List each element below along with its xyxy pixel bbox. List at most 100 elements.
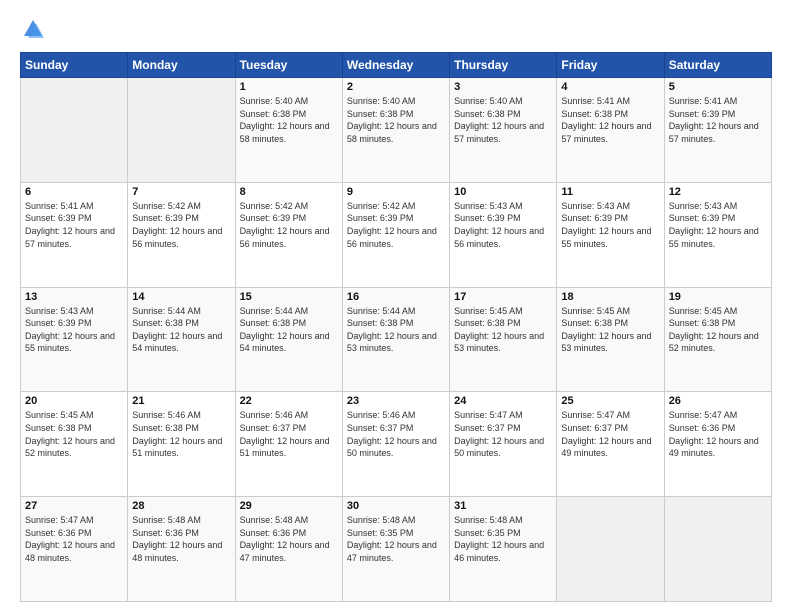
calendar-cell: 10 Sunrise: 5:43 AMSunset: 6:39 PMDayligh… <box>450 182 557 287</box>
cell-content: Sunrise: 5:44 AMSunset: 6:38 PMDaylight:… <box>240 305 338 355</box>
cell-content: Sunrise: 5:43 AMSunset: 6:39 PMDaylight:… <box>669 200 767 250</box>
calendar-cell <box>128 78 235 183</box>
cell-content: Sunrise: 5:45 AMSunset: 6:38 PMDaylight:… <box>25 409 123 459</box>
day-header-sunday: Sunday <box>21 53 128 78</box>
cell-content: Sunrise: 5:43 AMSunset: 6:39 PMDaylight:… <box>561 200 659 250</box>
day-number: 21 <box>132 395 230 407</box>
calendar-cell: 19 Sunrise: 5:45 AMSunset: 6:38 PMDayligh… <box>664 287 771 392</box>
day-header-thursday: Thursday <box>450 53 557 78</box>
cell-content: Sunrise: 5:48 AMSunset: 6:35 PMDaylight:… <box>454 514 552 564</box>
cell-content: Sunrise: 5:47 AMSunset: 6:36 PMDaylight:… <box>669 409 767 459</box>
day-number: 6 <box>25 186 123 198</box>
cell-content: Sunrise: 5:47 AMSunset: 6:37 PMDaylight:… <box>454 409 552 459</box>
day-header-monday: Monday <box>128 53 235 78</box>
day-number: 1 <box>240 81 338 93</box>
calendar-cell: 28 Sunrise: 5:48 AMSunset: 6:36 PMDayligh… <box>128 497 235 602</box>
cell-content: Sunrise: 5:48 AMSunset: 6:35 PMDaylight:… <box>347 514 445 564</box>
day-number: 4 <box>561 81 659 93</box>
calendar-week-row: 1 Sunrise: 5:40 AMSunset: 6:38 PMDaylight… <box>21 78 772 183</box>
calendar-cell: 30 Sunrise: 5:48 AMSunset: 6:35 PMDayligh… <box>342 497 449 602</box>
day-number: 24 <box>454 395 552 407</box>
cell-content: Sunrise: 5:41 AMSunset: 6:39 PMDaylight:… <box>669 95 767 145</box>
day-number: 25 <box>561 395 659 407</box>
calendar-week-row: 27Sunrise: 5:47 AMSunset: 6:36 PMDayligh… <box>21 497 772 602</box>
day-number: 14 <box>132 291 230 303</box>
cell-content: Sunrise: 5:46 AMSunset: 6:37 PMDaylight:… <box>347 409 445 459</box>
cell-content: Sunrise: 5:40 AMSunset: 6:38 PMDaylight:… <box>240 95 338 145</box>
calendar-week-row: 6 Sunrise: 5:41 AMSunset: 6:39 PMDaylight… <box>21 182 772 287</box>
cell-content: Sunrise: 5:40 AMSunset: 6:38 PMDaylight:… <box>454 95 552 145</box>
calendar-cell: 27Sunrise: 5:47 AMSunset: 6:36 PMDayligh… <box>21 497 128 602</box>
day-number: 18 <box>561 291 659 303</box>
cell-content: Sunrise: 5:41 AMSunset: 6:39 PMDaylight:… <box>25 200 123 250</box>
calendar-cell: 16 Sunrise: 5:44 AMSunset: 6:38 PMDayligh… <box>342 287 449 392</box>
calendar-cell: 25 Sunrise: 5:47 AMSunset: 6:37 PMDayligh… <box>557 392 664 497</box>
day-header-wednesday: Wednesday <box>342 53 449 78</box>
cell-content: Sunrise: 5:42 AMSunset: 6:39 PMDaylight:… <box>240 200 338 250</box>
cell-content: Sunrise: 5:45 AMSunset: 6:38 PMDaylight:… <box>669 305 767 355</box>
cell-content: Sunrise: 5:44 AMSunset: 6:38 PMDaylight:… <box>347 305 445 355</box>
cell-content: Sunrise: 5:40 AMSunset: 6:38 PMDaylight:… <box>347 95 445 145</box>
day-header-friday: Friday <box>557 53 664 78</box>
calendar-cell: 4Sunrise: 5:41 AMSunset: 6:38 PMDaylight… <box>557 78 664 183</box>
cell-content: Sunrise: 5:47 AMSunset: 6:37 PMDaylight:… <box>561 409 659 459</box>
day-number: 8 <box>240 186 338 198</box>
cell-content: Sunrise: 5:46 AMSunset: 6:38 PMDaylight:… <box>132 409 230 459</box>
cell-content: Sunrise: 5:42 AMSunset: 6:39 PMDaylight:… <box>132 200 230 250</box>
cell-content: Sunrise: 5:48 AMSunset: 6:36 PMDaylight:… <box>240 514 338 564</box>
calendar-cell <box>557 497 664 602</box>
cell-content: Sunrise: 5:45 AMSunset: 6:38 PMDaylight:… <box>454 305 552 355</box>
calendar-cell: 26 Sunrise: 5:47 AMSunset: 6:36 PMDayligh… <box>664 392 771 497</box>
day-number: 15 <box>240 291 338 303</box>
calendar-cell: 24 Sunrise: 5:47 AMSunset: 6:37 PMDayligh… <box>450 392 557 497</box>
calendar-table: SundayMondayTuesdayWednesdayThursdayFrid… <box>20 52 772 602</box>
day-number: 12 <box>669 186 767 198</box>
calendar-cell: 1 Sunrise: 5:40 AMSunset: 6:38 PMDaylight… <box>235 78 342 183</box>
calendar-cell <box>21 78 128 183</box>
page: SundayMondayTuesdayWednesdayThursdayFrid… <box>0 0 792 612</box>
day-header-saturday: Saturday <box>664 53 771 78</box>
cell-content: Sunrise: 5:46 AMSunset: 6:37 PMDaylight:… <box>240 409 338 459</box>
calendar-cell: 21 Sunrise: 5:46 AMSunset: 6:38 PMDayligh… <box>128 392 235 497</box>
calendar-cell: 14Sunrise: 5:44 AMSunset: 6:38 PMDayligh… <box>128 287 235 392</box>
day-number: 26 <box>669 395 767 407</box>
cell-content: Sunrise: 5:48 AMSunset: 6:36 PMDaylight:… <box>132 514 230 564</box>
calendar-cell: 29 Sunrise: 5:48 AMSunset: 6:36 PMDayligh… <box>235 497 342 602</box>
day-number: 16 <box>347 291 445 303</box>
day-number: 2 <box>347 81 445 93</box>
day-number: 27 <box>25 500 123 512</box>
day-number: 11 <box>561 186 659 198</box>
day-number: 13 <box>25 291 123 303</box>
day-number: 30 <box>347 500 445 512</box>
calendar-cell: 31 Sunrise: 5:48 AMSunset: 6:35 PMDayligh… <box>450 497 557 602</box>
day-header-tuesday: Tuesday <box>235 53 342 78</box>
header <box>20 18 772 40</box>
calendar-cell <box>664 497 771 602</box>
logo-icon <box>22 18 44 40</box>
calendar-week-row: 20Sunrise: 5:45 AMSunset: 6:38 PMDayligh… <box>21 392 772 497</box>
day-number: 29 <box>240 500 338 512</box>
calendar-cell: 17 Sunrise: 5:45 AMSunset: 6:38 PMDayligh… <box>450 287 557 392</box>
day-number: 28 <box>132 500 230 512</box>
calendar-cell: 8 Sunrise: 5:42 AMSunset: 6:39 PMDaylight… <box>235 182 342 287</box>
day-number: 17 <box>454 291 552 303</box>
day-number: 9 <box>347 186 445 198</box>
calendar-cell: 20Sunrise: 5:45 AMSunset: 6:38 PMDayligh… <box>21 392 128 497</box>
cell-content: Sunrise: 5:43 AMSunset: 6:39 PMDaylight:… <box>25 305 123 355</box>
calendar-cell: 7Sunrise: 5:42 AMSunset: 6:39 PMDaylight… <box>128 182 235 287</box>
cell-content: Sunrise: 5:45 AMSunset: 6:38 PMDaylight:… <box>561 305 659 355</box>
day-number: 10 <box>454 186 552 198</box>
calendar-cell: 15 Sunrise: 5:44 AMSunset: 6:38 PMDayligh… <box>235 287 342 392</box>
day-number: 19 <box>669 291 767 303</box>
calendar-cell: 5 Sunrise: 5:41 AMSunset: 6:39 PMDaylight… <box>664 78 771 183</box>
calendar-cell: 22 Sunrise: 5:46 AMSunset: 6:37 PMDayligh… <box>235 392 342 497</box>
calendar-cell: 3 Sunrise: 5:40 AMSunset: 6:38 PMDaylight… <box>450 78 557 183</box>
calendar-week-row: 13 Sunrise: 5:43 AMSunset: 6:39 PMDayligh… <box>21 287 772 392</box>
day-number: 22 <box>240 395 338 407</box>
day-number: 31 <box>454 500 552 512</box>
calendar-cell: 18 Sunrise: 5:45 AMSunset: 6:38 PMDayligh… <box>557 287 664 392</box>
cell-content: Sunrise: 5:43 AMSunset: 6:39 PMDaylight:… <box>454 200 552 250</box>
calendar-cell: 12 Sunrise: 5:43 AMSunset: 6:39 PMDayligh… <box>664 182 771 287</box>
day-number: 5 <box>669 81 767 93</box>
day-number: 3 <box>454 81 552 93</box>
